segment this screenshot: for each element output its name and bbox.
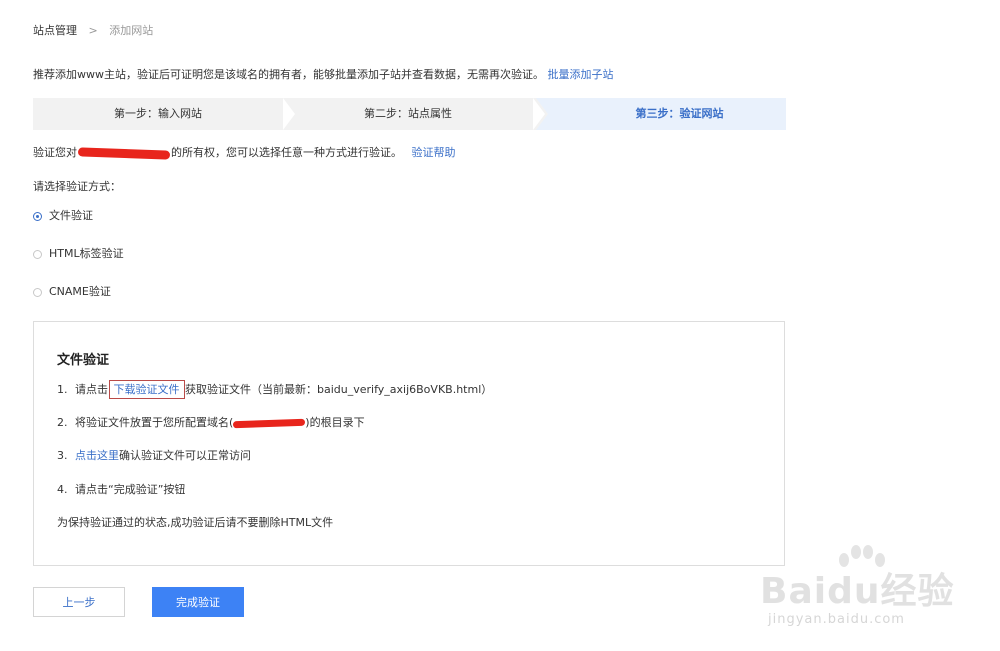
method-cname-label: CNAME验证 — [49, 285, 111, 298]
instruction-2-post: )的根目录下 — [305, 416, 365, 429]
radio-empty-icon — [33, 249, 42, 259]
instruction-1-pre: 请点击 — [75, 383, 108, 396]
step-1: 第一步：输入网站 — [114, 107, 202, 120]
redacted-domain — [233, 418, 306, 428]
baidu-jingyan-watermark: Baidu经验 jingyan.baidu.com — [760, 545, 960, 638]
step-number: 3. — [57, 449, 68, 462]
step-number: 4. — [57, 483, 68, 496]
file-verify-panel: 文件验证 1. 请点击 下载验证文件 获取验证文件（当前最新：baidu_ver… — [33, 321, 785, 566]
method-html-tag-radio[interactable]: HTML标签验证 — [33, 247, 124, 261]
verify-help-link[interactable]: 验证帮助 — [412, 146, 456, 159]
breadcrumb: 站点管理 > 添加网站 — [33, 24, 153, 38]
instruction-3: 3. 点击这里确认验证文件可以正常访问 — [57, 449, 251, 463]
method-file-label: 文件验证 — [49, 209, 93, 222]
watermark-url: jingyan.baidu.com — [768, 612, 905, 627]
breadcrumb-current: 添加网站 — [109, 24, 154, 37]
instruction-3-post: 确认验证文件可以正常访问 — [119, 449, 251, 462]
method-html-label: HTML标签验证 — [49, 247, 124, 260]
instruction-4-text: 请点击“完成验证”按钮 — [75, 483, 186, 496]
step-3-active: 第三步：验证网站 — [635, 107, 724, 120]
instruction-2-pre: 将验证文件放置于您所配置域名( — [75, 416, 234, 429]
method-cname-radio[interactable]: CNAME验证 — [33, 285, 111, 299]
method-file-radio[interactable]: 文件验证 — [33, 209, 93, 223]
previous-step-button[interactable]: 上一步 — [33, 587, 125, 617]
step-progress-bar: 第一步：输入网站 第二步：站点属性 第三步：验证网站 — [33, 98, 786, 130]
verify-ownership-text: 验证您对 的所有权，您可以选择任意一种方式进行验证。 验证帮助 — [33, 146, 456, 160]
step-number: 2. — [57, 416, 68, 429]
instruction-2: 2. 将验证文件放置于您所配置域名( )的根目录下 — [57, 416, 365, 430]
radio-selected-icon — [33, 211, 42, 221]
radio-empty-icon — [33, 287, 42, 297]
complete-verification-button[interactable]: 完成验证 — [152, 587, 244, 617]
verify-prefix: 验证您对 — [33, 146, 77, 159]
instruction-1: 1. 请点击 下载验证文件 获取验证文件（当前最新：baidu_verify_a… — [57, 380, 493, 399]
redacted-domain — [77, 146, 171, 160]
watermark-logo-text: Baidu经验 — [760, 571, 955, 612]
choose-method-label: 请选择验证方式： — [33, 180, 121, 193]
click-here-link[interactable]: 点击这里 — [75, 449, 119, 462]
instruction-1-post: 获取验证文件（当前最新：baidu_verify_axij6BoVKB.html… — [185, 383, 493, 396]
step-2: 第二步：站点属性 — [364, 107, 452, 120]
breadcrumb-separator: > — [88, 24, 98, 37]
breadcrumb-site-management[interactable]: 站点管理 — [33, 24, 77, 37]
download-verify-file-link[interactable]: 下载验证文件 — [108, 380, 185, 399]
batch-add-subsite-link[interactable]: 批量添加子站 — [548, 68, 614, 81]
intro-text: 推荐添加www主站，验证后可证明您是该域名的拥有者，能够批量添加子站并查看数据，… — [33, 68, 614, 82]
panel-title: 文件验证 — [57, 353, 110, 368]
instruction-4: 4. 请点击“完成验证”按钮 — [57, 483, 185, 497]
verify-suffix: 的所有权，您可以选择任意一种方式进行验证。 — [171, 146, 402, 159]
panel-note: 为保持验证通过的状态,成功验证后请不要删除HTML文件 — [57, 516, 334, 529]
intro-message: 推荐添加www主站，验证后可证明您是该域名的拥有者，能够批量添加子站并查看数据，… — [33, 68, 544, 81]
step-number: 1. — [57, 383, 68, 396]
